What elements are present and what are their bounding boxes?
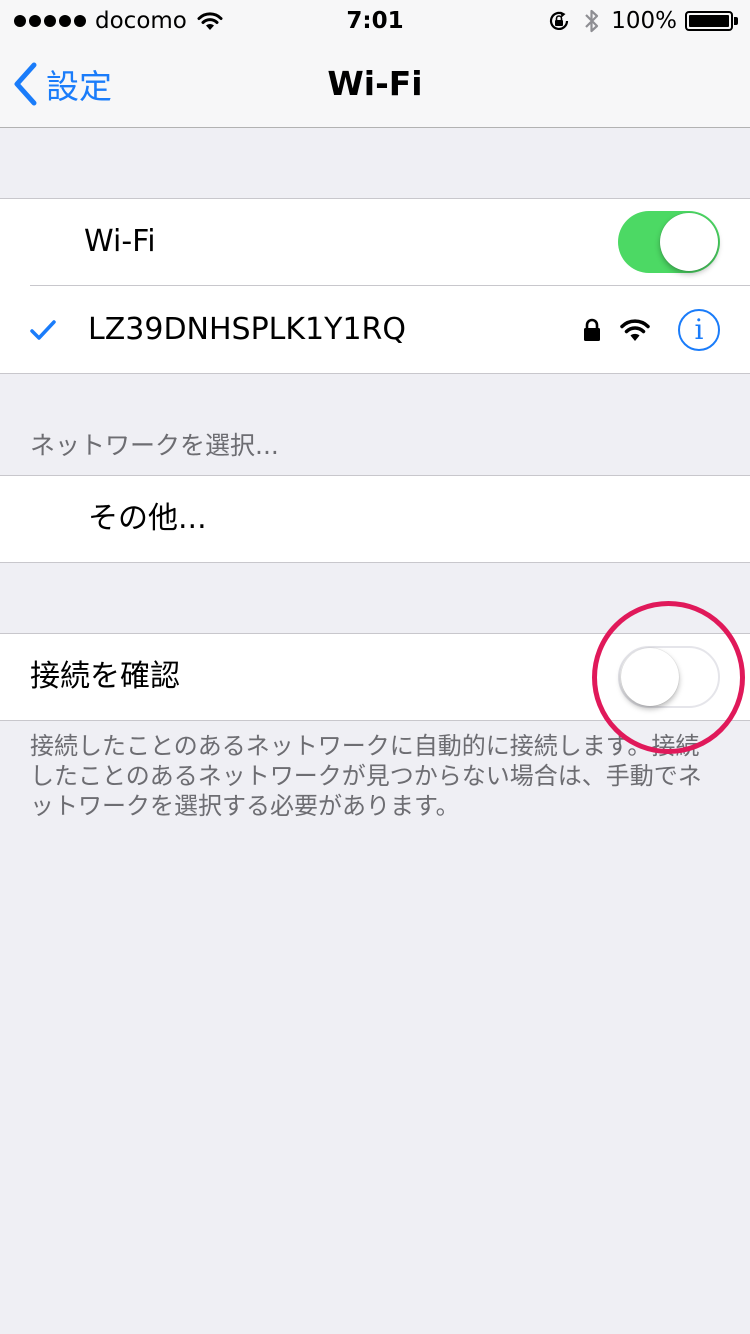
navigation-bar: 設定 Wi-Fi <box>0 40 750 128</box>
row-separator <box>30 285 750 286</box>
info-icon[interactable]: i <box>678 309 720 351</box>
ask-join-row: 接続を確認 <box>0 634 750 720</box>
battery-percentage: 100% <box>611 8 677 34</box>
wifi-section: Wi-Fi LZ39DNHSPLK1Y1RQ i <box>0 198 750 374</box>
wifi-toggle-switch[interactable] <box>618 211 720 273</box>
connected-network-row[interactable]: LZ39DNHSPLK1Y1RQ i <box>0 287 750 373</box>
battery-icon <box>685 11 733 31</box>
wifi-toggle-row: Wi-Fi <box>0 199 750 285</box>
checkmark-icon <box>30 320 56 340</box>
other-network-label: その他... <box>88 501 207 536</box>
status-bar-right: 100% <box>547 6 738 36</box>
networks-section: その他... <box>0 475 750 563</box>
other-network-row[interactable]: その他... <box>0 476 750 562</box>
page-title: Wi-Fi <box>327 64 423 103</box>
status-bar: docomo 7:01 100% <box>0 0 750 40</box>
ask-join-footer: 接続したことのあるネットワークに自動的に接続します。接続したことのあるネットワー… <box>30 732 702 820</box>
ask-join-label: 接続を確認 <box>30 659 180 694</box>
lock-icon <box>584 318 600 341</box>
switch-knob <box>621 648 679 706</box>
ask-join-section: 接続を確認 <box>0 633 750 721</box>
network-name: LZ39DNHSPLK1Y1RQ <box>88 312 407 347</box>
wifi-toggle-label: Wi-Fi <box>84 224 156 259</box>
rotation-lock-icon <box>550 11 569 30</box>
ask-join-switch[interactable] <box>618 646 720 708</box>
wifi-strength-icon <box>620 319 650 341</box>
network-list-header: ネットワークを選択... <box>30 431 279 460</box>
bluetooth-icon <box>585 9 599 33</box>
battery-tip <box>734 17 738 25</box>
switch-knob <box>660 213 718 271</box>
battery-level <box>689 15 729 27</box>
